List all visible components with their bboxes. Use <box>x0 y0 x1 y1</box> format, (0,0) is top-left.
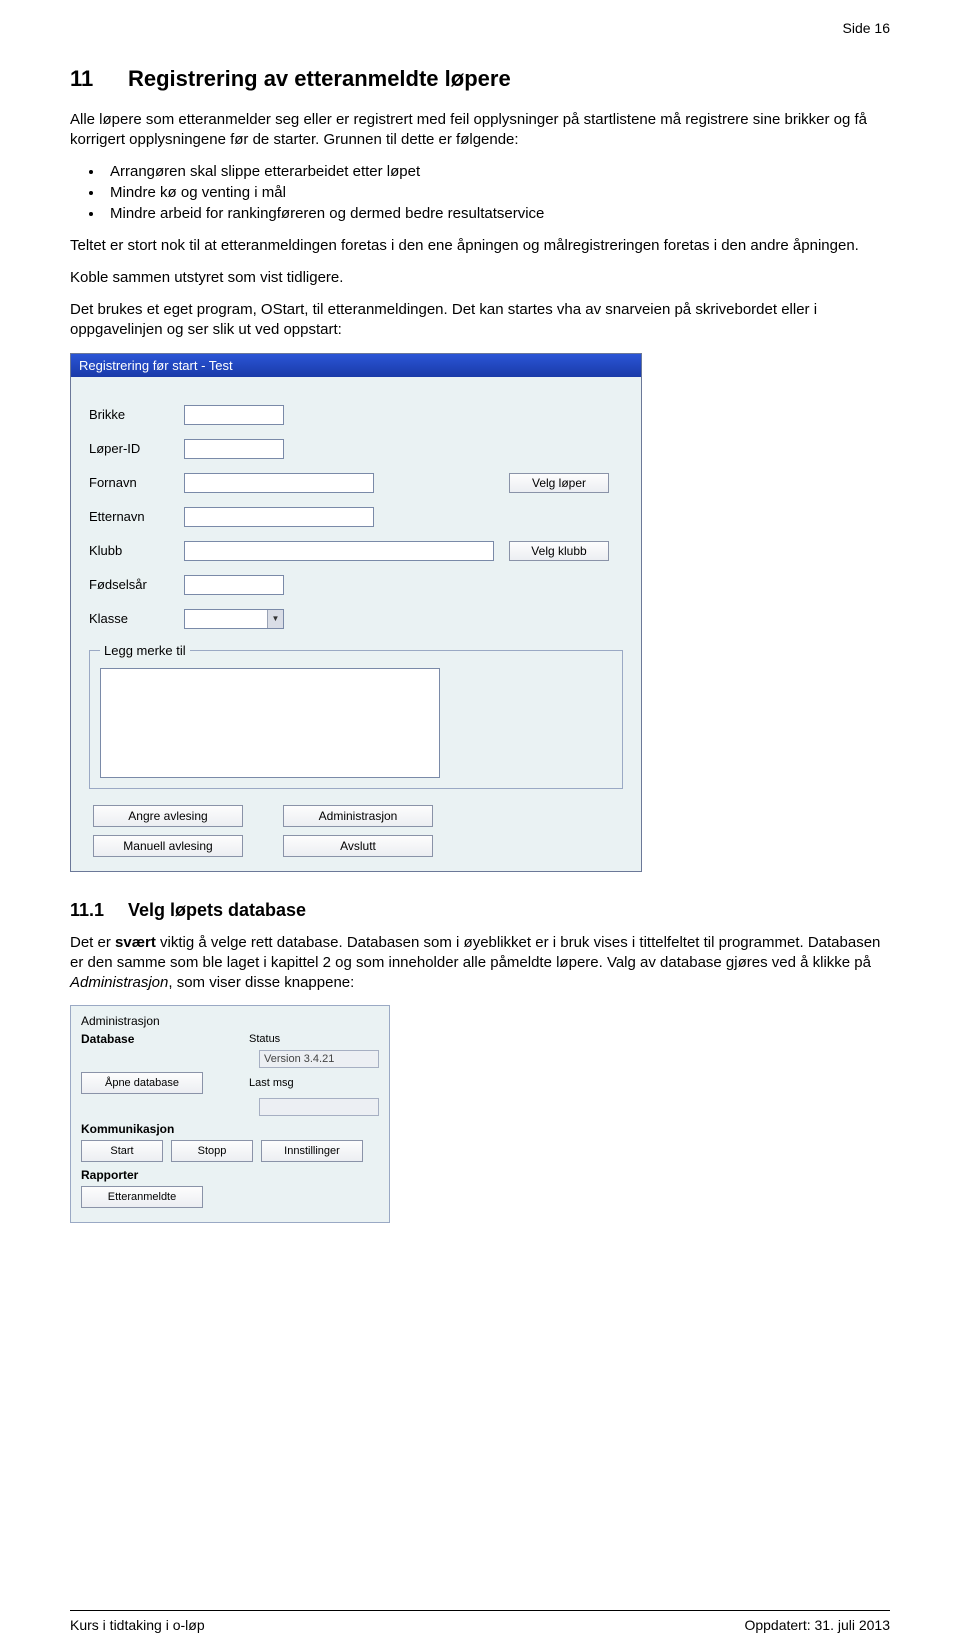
footer-divider <box>70 1610 890 1611</box>
etternavn-input[interactable] <box>184 507 374 527</box>
label-database: Database <box>81 1032 171 1046</box>
label-status: Status <box>249 1033 379 1045</box>
admin-panel: Administrasjon Database Status Version 3… <box>70 1005 390 1223</box>
subsection-title: Velg løpets database <box>128 900 306 920</box>
chevron-down-icon: ▼ <box>267 610 283 628</box>
window-title: Registrering før start - Test <box>71 354 641 377</box>
label-etternavn: Etternavn <box>89 509 184 524</box>
label-klubb: Klubb <box>89 543 184 558</box>
paragraph-1: Alle løpere som etteranmelder seg eller … <box>70 110 890 151</box>
section-number: 11 <box>70 66 128 92</box>
label-rapporter: Rapporter <box>81 1168 171 1182</box>
label-brikke: Brikke <box>89 407 184 422</box>
velg-loper-button[interactable]: Velg løper <box>509 473 609 493</box>
page-number: Side 16 <box>70 20 890 36</box>
label-komm: Kommunikasjon <box>81 1122 171 1136</box>
etteranmeldte-button[interactable]: Etteranmeldte <box>81 1186 203 1208</box>
label-last-msg: Last msg <box>249 1077 379 1089</box>
bullet-item: Mindre arbeid for rankingføreren og derm… <box>104 205 890 222</box>
velg-klubb-button[interactable]: Velg klubb <box>509 541 609 561</box>
section-heading: 11Registrering av etteranmeldte løpere <box>70 66 890 92</box>
label-loperid: Løper-ID <box>89 441 184 456</box>
last-msg-readonly <box>259 1098 379 1116</box>
version-readonly: Version 3.4.21 <box>259 1050 379 1068</box>
loperid-input[interactable] <box>184 439 284 459</box>
open-database-button[interactable]: Åpne database <box>81 1072 203 1094</box>
label-fodselsar: Fødselsår <box>89 577 184 592</box>
paragraph-2: Teltet er stort nok til at etteranmeldin… <box>70 236 890 256</box>
brikke-input[interactable] <box>184 405 284 425</box>
subsection-heading: 11.1Velg løpets database <box>70 900 890 921</box>
label-fornavn: Fornavn <box>89 475 184 490</box>
bullet-item: Mindre kø og venting i mål <box>104 184 890 201</box>
subsection-number: 11.1 <box>70 900 128 921</box>
footer-right: Oppdatert: 31. juli 2013 <box>744 1617 890 1633</box>
paragraph-3: Koble sammen utstyret som vist tidligere… <box>70 268 890 288</box>
start-button[interactable]: Start <box>81 1140 163 1162</box>
klubb-input[interactable] <box>184 541 494 561</box>
manuell-avlesing-button[interactable]: Manuell avlesing <box>93 835 243 857</box>
paragraph-5: Det er svært viktig å velge rett databas… <box>70 933 890 994</box>
angre-avlesing-button[interactable]: Angre avlesing <box>93 805 243 827</box>
bullet-list: Arrangøren skal slippe etterarbeidet ett… <box>104 163 890 222</box>
paragraph-4: Det brukes et eget program, OStart, til … <box>70 300 890 341</box>
legg-legend: Legg merke til <box>100 643 190 658</box>
administrasjon-button[interactable]: Administrasjon <box>283 805 433 827</box>
fodselsar-input[interactable] <box>184 575 284 595</box>
stopp-button[interactable]: Stopp <box>171 1140 253 1162</box>
footer-left: Kurs i tidtaking i o-løp <box>70 1617 205 1633</box>
label-klasse: Klasse <box>89 611 184 626</box>
admin-header: Administrasjon <box>81 1014 379 1028</box>
bullet-item: Arrangøren skal slippe etterarbeidet ett… <box>104 163 890 180</box>
fornavn-input[interactable] <box>184 473 374 493</box>
avslutt-button[interactable]: Avslutt <box>283 835 433 857</box>
ostart-window: Registrering før start - Test Brikke Løp… <box>70 353 642 872</box>
legg-merke-til-group: Legg merke til <box>89 643 623 789</box>
section-title: Registrering av etteranmeldte løpere <box>128 66 511 91</box>
legg-textarea[interactable] <box>100 668 440 778</box>
innstillinger-button[interactable]: Innstillinger <box>261 1140 363 1162</box>
klasse-dropdown[interactable]: ▼ <box>184 609 284 629</box>
